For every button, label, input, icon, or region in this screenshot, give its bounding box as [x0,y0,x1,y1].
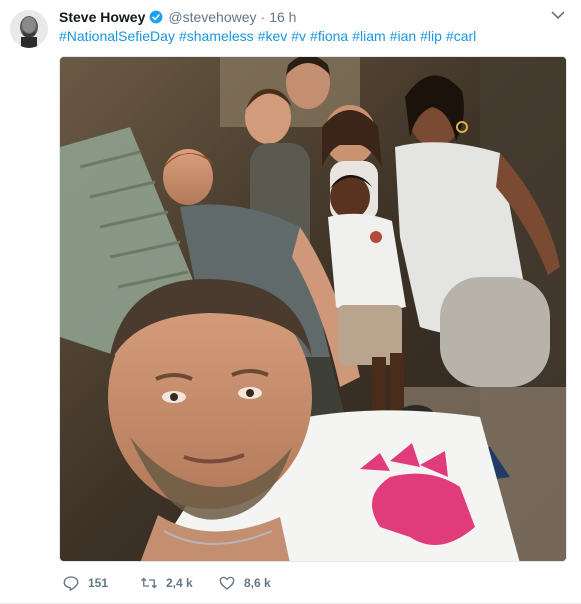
hashtag-link[interactable]: #NationalSefieDay [59,28,175,44]
author-name[interactable]: Steve Howey [59,9,145,25]
retweet-button[interactable]: 2,4 k [140,574,218,592]
like-count: 8,6 k [244,576,271,590]
hashtag-link[interactable]: #kev [258,28,288,44]
verified-badge-icon [149,10,163,24]
avatar[interactable] [10,10,48,48]
tweet-text: #NationalSefieDay #shameless #kev #v #fiona #… [59,27,480,45]
retweet-count: 2,4 k [166,576,193,590]
hashtag-link[interactable]: #shameless [179,28,254,44]
like-button[interactable]: 8,6 k [218,574,298,592]
tweet-time[interactable]: 16 h [269,9,296,25]
retweet-icon [141,577,157,589]
author-handle[interactable]: @stevehowey [168,9,256,25]
tweet-actions: 151 2,4 k 8,6 k [62,574,298,592]
reply-count: 151 [88,576,109,590]
reply-icon [63,576,79,591]
hashtag-link[interactable]: #v [291,28,306,44]
separator-dot: · [260,9,266,25]
hashtag-link[interactable]: #carl [446,28,476,44]
chevron-down-icon[interactable] [551,10,565,20]
hashtag-link[interactable]: #lip [420,28,442,44]
tweet-header: Steve Howey @stevehowey · 16 h [59,8,296,26]
selfie-illustration [60,57,566,561]
tweet: Steve Howey @stevehowey · 16 h #National… [0,0,581,604]
reply-button[interactable]: 151 [62,574,140,592]
hashtag-link[interactable]: #fiona [310,28,348,44]
heart-icon [219,576,235,590]
hashtag-link[interactable]: #liam [352,28,385,44]
hashtag-link[interactable]: #ian [390,28,416,44]
tweet-photo[interactable] [59,56,567,562]
